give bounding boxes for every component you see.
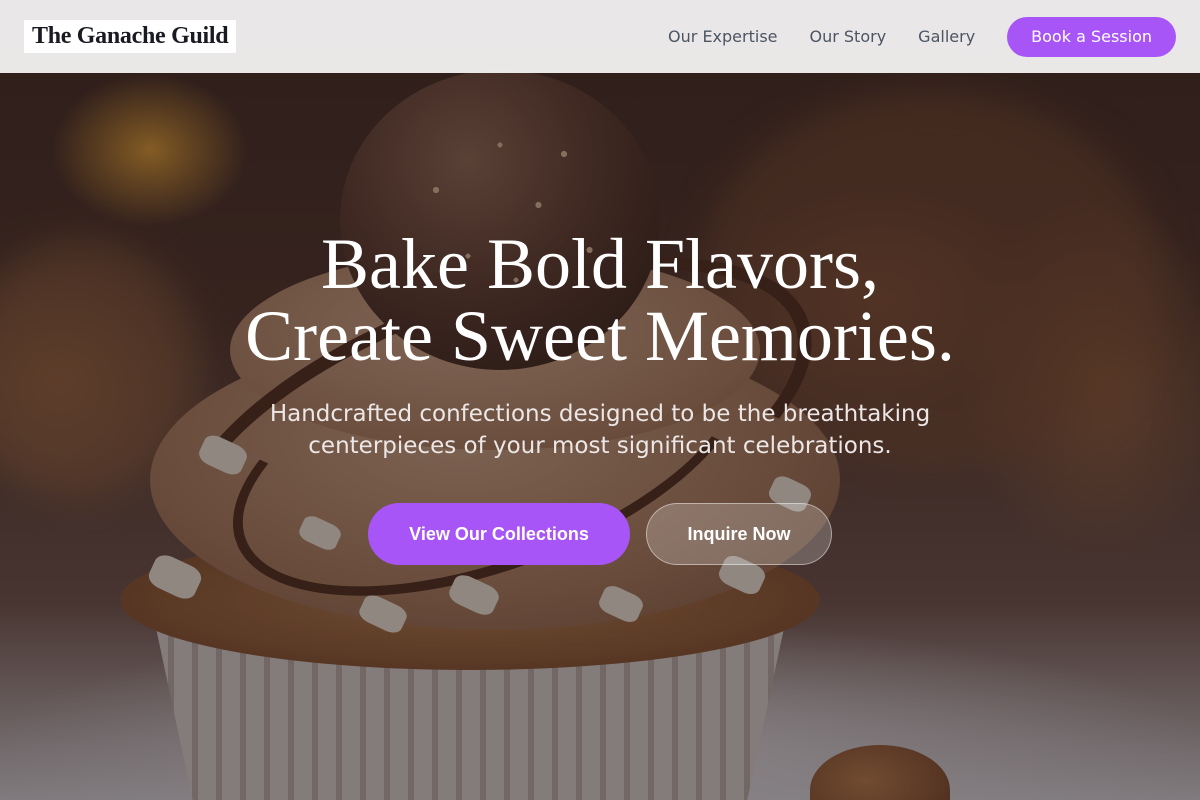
inquire-now-button[interactable]: Inquire Now xyxy=(646,503,832,565)
hero-headline: Bake Bold Flavors, Create Sweet Memories… xyxy=(0,228,1200,372)
brand-logo[interactable]: The Ganache Guild xyxy=(24,20,237,53)
main-nav: Our Expertise Our Story Gallery Book a S… xyxy=(668,16,1176,57)
landing-page: The Ganache Guild Our Expertise Our Stor… xyxy=(0,0,1200,800)
view-collections-button[interactable]: View Our Collections xyxy=(368,503,630,565)
hero-section: Bake Bold Flavors, Create Sweet Memories… xyxy=(0,228,1200,565)
nav-link-gallery[interactable]: Gallery xyxy=(918,27,975,46)
hero-headline-line-1: Bake Bold Flavors, xyxy=(321,224,879,304)
nav-link-our-expertise[interactable]: Our Expertise xyxy=(668,27,777,46)
hero-buttons: View Our Collections Inquire Now xyxy=(0,503,1200,565)
hero-headline-line-2: Create Sweet Memories. xyxy=(245,296,955,376)
nav-link-our-story[interactable]: Our Story xyxy=(810,27,887,46)
hero-subheadline: Handcrafted confections designed to be t… xyxy=(269,401,931,459)
book-session-button[interactable]: Book a Session xyxy=(1007,16,1176,57)
site-header: The Ganache Guild Our Expertise Our Stor… xyxy=(0,0,1200,73)
